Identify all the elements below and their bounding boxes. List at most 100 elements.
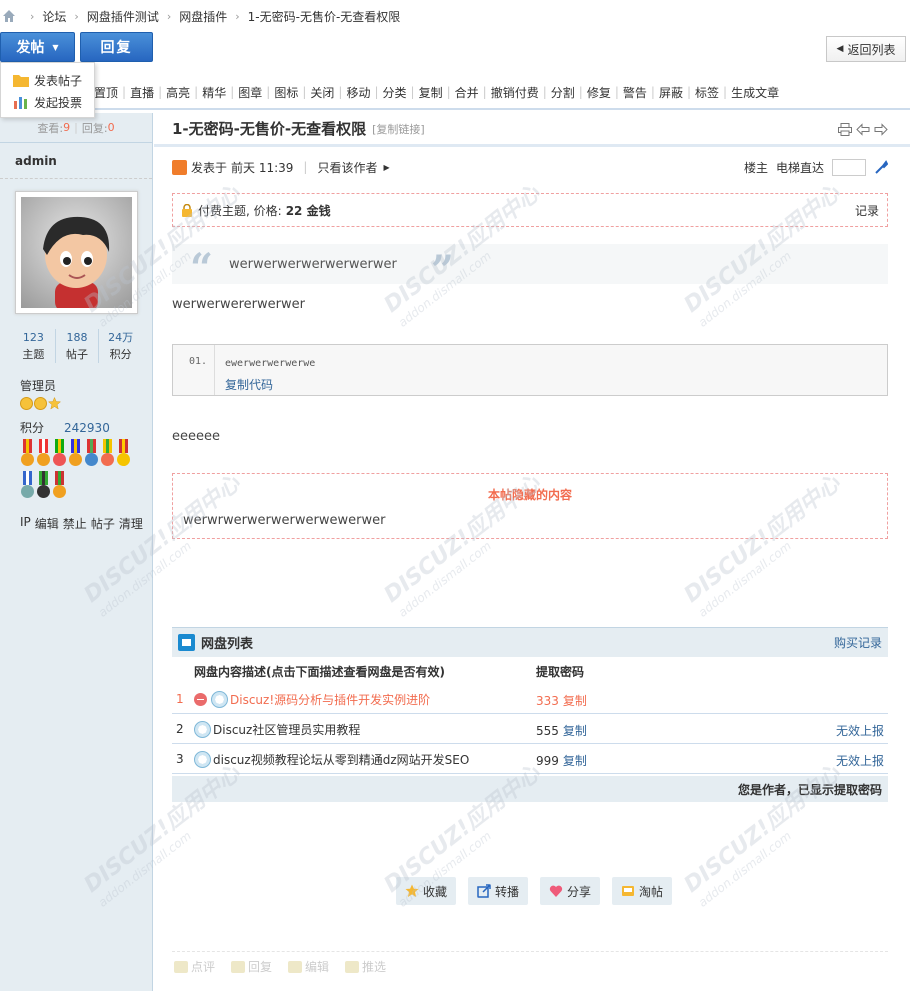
next-thread-icon[interactable] (874, 123, 888, 136)
medal-icon[interactable] (84, 439, 99, 470)
extract-password: 999 (536, 754, 559, 768)
copy-password-button[interactable]: 复制 (563, 724, 587, 738)
buy-record-link[interactable]: 购买记录 (834, 634, 882, 651)
copy-code-button[interactable]: 复制代码 (225, 376, 273, 393)
medal-icon[interactable] (52, 439, 67, 470)
reply-button[interactable]: 回复 (80, 32, 153, 62)
code-line-number: 01. (173, 345, 215, 395)
mod-tool-item[interactable]: 精华 (202, 84, 226, 101)
netdisk-desc-link[interactable]: discuz视频教程论坛从零到精通dz网站开发SEO (213, 751, 469, 768)
quote-text: werwerwerwerwerwerwer (229, 256, 397, 272)
post-new-label: 发帖 (16, 40, 45, 56)
remove-icon[interactable] (194, 693, 207, 706)
report-invalid-link[interactable]: 无效上报 (836, 722, 884, 739)
user-posts-link[interactable]: 帖子 (91, 515, 115, 532)
favorite-button[interactable]: 收藏 (396, 877, 457, 905)
netdisk-header: 网盘列表 购买记录 (172, 627, 888, 657)
post-paragraph: eeeeee (172, 429, 220, 444)
code-block: 01. ewerwerwerwerwe 复制代码 (172, 344, 888, 396)
mod-tool-item[interactable]: 分割 (551, 84, 575, 101)
mod-tool-item[interactable]: 图章 (238, 84, 262, 101)
wrench-icon[interactable] (874, 160, 888, 174)
floor-label: 楼主 (743, 160, 768, 175)
mod-tool-item[interactable]: 标签 (695, 84, 719, 101)
cleanup-link[interactable]: 清理 (119, 515, 143, 532)
folder-icon (13, 75, 29, 87)
share-button[interactable]: 分享 (540, 877, 601, 905)
mod-tool-item[interactable]: 移动 (346, 84, 370, 101)
only-author-link[interactable]: 只看该作者 (317, 159, 377, 176)
extract-password: 333 (536, 694, 559, 708)
netdisk-desc-link[interactable]: Discuz社区管理员实用教程 (213, 721, 360, 738)
purchase-record-link[interactable]: 记录 (855, 202, 879, 219)
medal-icon[interactable] (20, 471, 35, 502)
close-quote-icon: ” (430, 247, 454, 294)
hidden-content-box: 本帖隐藏的内容 werwrwerwerwerwerwewerwer (172, 473, 888, 539)
avatar[interactable] (15, 191, 138, 314)
mod-tool-item[interactable]: 关闭 (310, 84, 334, 101)
user-credit: 积分 242930 (20, 421, 110, 435)
mod-tool-item[interactable]: 屏蔽 (659, 84, 683, 101)
netdisk-desc-link[interactable]: Discuz!源码分析与插件开发实例进阶 (230, 691, 430, 708)
mod-tool-item[interactable]: 图标 (274, 84, 298, 101)
copy-link-button[interactable]: [复制链接] (372, 121, 425, 137)
previous-thread-icon[interactable] (856, 123, 870, 136)
edit-post-button[interactable]: 编辑 (288, 958, 329, 975)
mod-tool-item[interactable]: 警告 (623, 84, 647, 101)
reply-post-button[interactable]: 回复 (231, 958, 272, 975)
edit-user-link[interactable]: 编辑 (35, 515, 59, 532)
open-quote-icon: “ (190, 245, 214, 292)
comment-button[interactable]: 点评 (174, 958, 215, 975)
menu-item-new-poll[interactable]: 发起投票 (1, 91, 94, 113)
medal-icon[interactable] (116, 439, 131, 470)
mod-tool-item[interactable]: 高亮 (166, 84, 190, 101)
post-new-button[interactable]: 发帖 ▼ (0, 32, 75, 62)
copy-password-button[interactable]: 复制 (563, 754, 587, 768)
credits-count[interactable]: 24万 积分 (99, 329, 142, 363)
ip-link[interactable]: IP (20, 515, 31, 532)
topics-count[interactable]: 123 主题 (12, 329, 56, 363)
author-name[interactable]: admin (0, 143, 152, 179)
posts-count[interactable]: 188 帖子 (56, 329, 100, 363)
ban-user-link[interactable]: 禁止 (63, 515, 87, 532)
mod-tool-item[interactable]: 撤销付费 (491, 84, 539, 101)
back-to-list-button[interactable]: ◀ 返回列表 (826, 36, 906, 62)
medal-icon[interactable] (20, 439, 35, 470)
breadcrumb-category[interactable]: 网盘插件测试 (87, 8, 159, 25)
floor-jump-input[interactable] (832, 158, 866, 176)
copy-password-button[interactable]: 复制 (563, 694, 587, 708)
breadcrumb-board[interactable]: 网盘插件 (179, 8, 227, 25)
home-icon[interactable] (2, 9, 16, 23)
price: 22 金钱 (285, 203, 331, 218)
report-invalid-link[interactable]: 无效上报 (836, 752, 884, 769)
recommend-button[interactable]: 推选 (345, 958, 386, 975)
repost-button[interactable]: 转播 (468, 877, 529, 905)
post-actions: 收藏 转播 分享 淘帖 (396, 877, 673, 905)
mod-tool-item[interactable]: 置顶 (94, 84, 118, 101)
netdisk-title: 网盘列表 (201, 637, 254, 652)
medal-icon[interactable] (52, 471, 67, 502)
recommend-icon (345, 960, 360, 973)
reply-icon (231, 960, 246, 973)
medal-icon[interactable] (100, 439, 115, 470)
user-group[interactable]: 管理员 (20, 377, 56, 394)
mod-tool-item[interactable]: 直播 (130, 84, 154, 101)
medal-icon[interactable] (36, 471, 51, 502)
quote-block: “ werwerwerwerwerwerwer ” (172, 244, 888, 291)
breadcrumb-thread[interactable]: 1-无密码-无售价-无查看权限 (248, 8, 401, 25)
mod-tool-item[interactable]: 分类 (383, 84, 407, 101)
mod-tool-item[interactable]: 合并 (455, 84, 479, 101)
mod-tool-item[interactable]: 生成文章 (731, 84, 779, 101)
print-icon[interactable] (838, 123, 852, 136)
breadcrumb: › 论坛 › 网盘插件测试 › 网盘插件 › 1-无密码-无售价-无查看权限 (0, 0, 910, 32)
medal-icon[interactable] (68, 439, 83, 470)
table-row: 1 Discuz!源码分析与插件开发实例进阶 333 复制 (172, 684, 888, 714)
collect-thread-button[interactable]: 淘帖 (612, 877, 673, 905)
mod-tool-item[interactable]: 修复 (587, 84, 611, 101)
medal-icon[interactable] (36, 439, 51, 470)
breadcrumb-forum[interactable]: 论坛 (42, 8, 66, 25)
menu-item-new-thread[interactable]: 发表帖子 (1, 69, 94, 91)
comment-icon (174, 960, 188, 973)
mod-tool-item[interactable]: 复制 (419, 84, 443, 101)
bar-chart-icon (14, 97, 27, 109)
